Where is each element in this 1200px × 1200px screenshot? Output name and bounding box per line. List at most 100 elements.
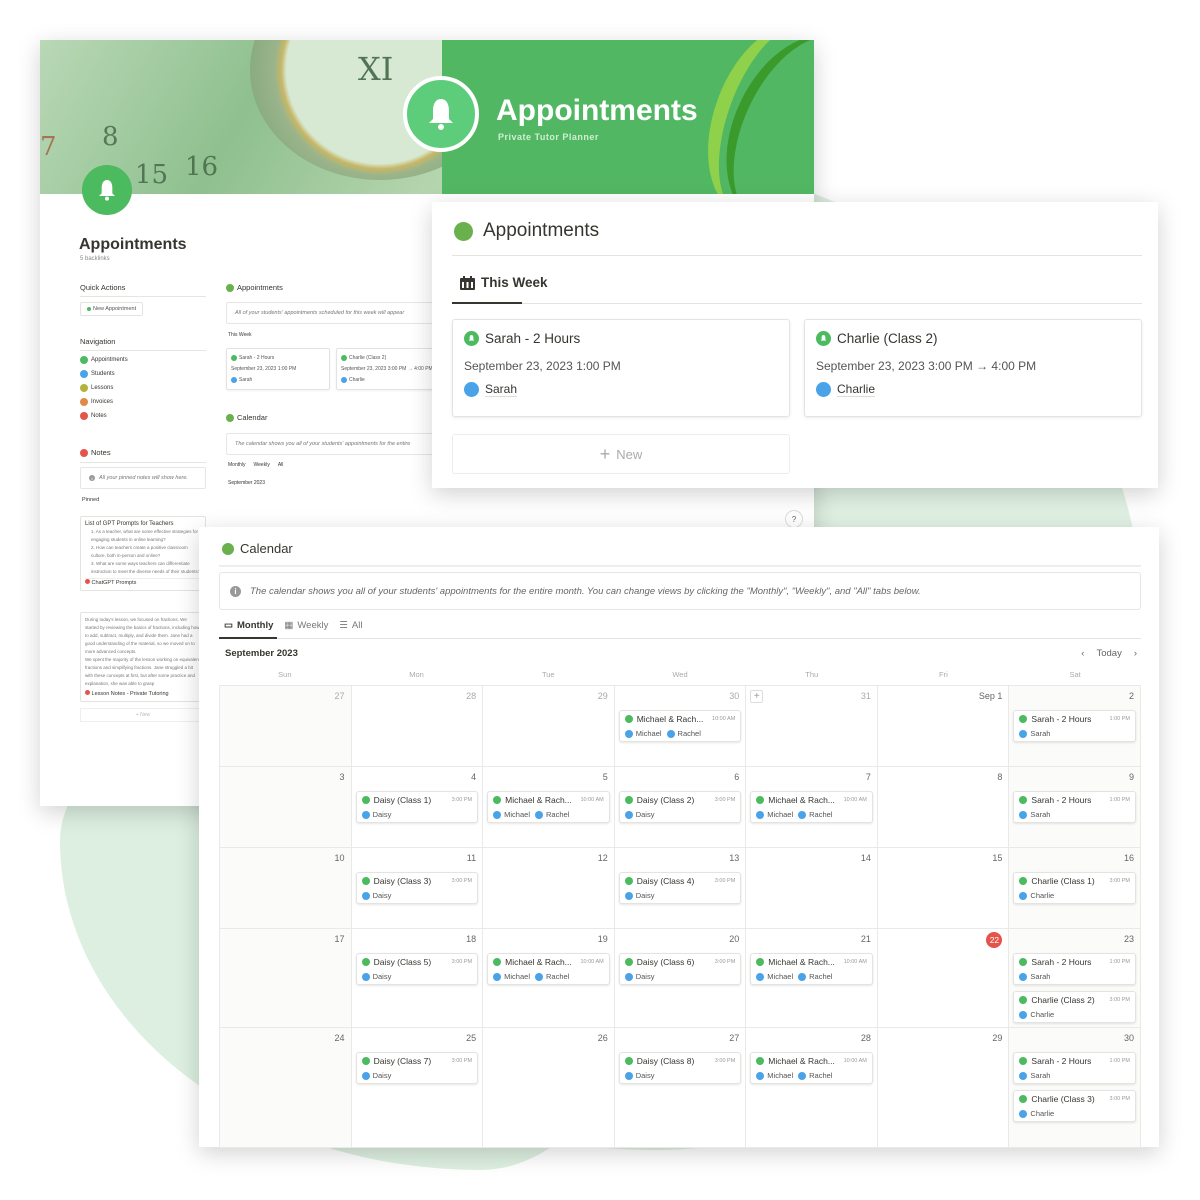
add-event-button[interactable]: + (750, 690, 764, 703)
tab-weekly[interactable]: ▦ Weekly (284, 620, 328, 631)
calendar-day-cell[interactable]: 10 (220, 848, 352, 929)
calendar-event[interactable]: Michael & Rach... 10:00 AM Michael Rachel (750, 953, 873, 985)
calendar-day-cell[interactable]: 16 Charlie (Class 1) 3:00 PM Charlie (1009, 848, 1141, 929)
student-link[interactable]: Daisy (361, 810, 391, 819)
student-link[interactable]: Daisy (361, 1071, 391, 1080)
calendar-event[interactable]: Daisy (Class 4) 3:00 PM Daisy (618, 872, 742, 904)
calendar-day-cell[interactable]: 11 Daisy (Class 3) 3:00 PM Daisy (351, 848, 484, 929)
this-week-tab-small[interactable]: This Week (228, 332, 252, 338)
student-link[interactable]: Sarah (1019, 810, 1050, 819)
calendar-event[interactable]: Michael & Rach... 10:00 AM Michael Rachel (750, 791, 873, 823)
calendar-event[interactable]: Daisy (Class 6) 3:00 PM Daisy (618, 953, 742, 985)
calendar-day-cell[interactable]: Sep 1 (877, 686, 1010, 767)
calendar-day-cell[interactable]: 25 Daisy (Class 7) 3:00 PM Daisy (351, 1028, 484, 1148)
student-link[interactable]: Charlie (1019, 891, 1054, 900)
calendar-event[interactable]: Sarah - 2 Hours 1:00 PM Sarah (1013, 710, 1136, 742)
calendar-day-cell[interactable]: 29 (877, 1028, 1010, 1148)
calendar-day-cell[interactable]: 31 + (746, 686, 878, 767)
student-link[interactable]: Sarah (485, 382, 518, 397)
calendar-day-cell[interactable]: 27 (220, 686, 352, 767)
pinned-filter[interactable]: Pinned (82, 497, 99, 503)
student-link[interactable]: Rachel (666, 729, 701, 738)
calendar-day-cell[interactable]: 5 Michael & Rach... 10:00 AM Michael Rachel (483, 767, 615, 848)
calendar-event[interactable]: Charlie (Class 3) 3:00 PM Charlie (1013, 1090, 1136, 1122)
student-link[interactable]: Sarah (1019, 972, 1050, 981)
student-link[interactable]: Rachel (798, 1071, 832, 1080)
tab-all[interactable]: ☰ All (339, 620, 362, 631)
student-link[interactable]: Michael (756, 972, 793, 981)
student-link[interactable]: Sarah (1019, 1071, 1050, 1080)
calendar-tabs-small[interactable]: Monthly Weekly All (228, 462, 283, 468)
calendar-day-cell[interactable]: 3 (220, 767, 352, 848)
student-link[interactable]: Rachel (534, 972, 569, 981)
calendar-day-cell[interactable]: 27 Daisy (Class 8) 3:00 PM Daisy (614, 1028, 747, 1148)
calendar-event[interactable]: Michael & Rach... 10:00 AM Michael Rachel (618, 710, 742, 742)
sidebar-item-appointments[interactable]: Appointments (80, 356, 128, 364)
calendar-day-cell[interactable]: 4 Daisy (Class 1) 3:00 PM Daisy (351, 767, 484, 848)
student-link[interactable]: Daisy (361, 972, 391, 981)
calendar-day-cell[interactable]: 8 (877, 767, 1010, 848)
student-link[interactable]: Charlie (837, 382, 876, 397)
calendar-event[interactable]: Daisy (Class 2) 3:00 PM Daisy (618, 791, 742, 823)
calendar-event[interactable]: Sarah - 2 Hours 1:00 PM Sarah (1013, 1052, 1136, 1084)
calendar-day-cell[interactable]: 17 (220, 929, 352, 1028)
week-card-small[interactable]: Charlie (Class 2) September 23, 2023 3:00… (336, 348, 440, 390)
calendar-day-cell[interactable]: 14 (746, 848, 878, 929)
student-link[interactable]: Daisy (624, 891, 654, 900)
sidebar-item-students[interactable]: Students (80, 370, 115, 378)
student-link[interactable]: Sarah (1019, 729, 1050, 738)
new-appointment-button[interactable]: New Appointment (80, 302, 144, 316)
prev-month-button[interactable]: ‹ (1081, 648, 1084, 659)
calendar-event[interactable]: Sarah - 2 Hours 1:00 PM Sarah (1013, 953, 1136, 985)
calendar-day-cell[interactable]: 18 Daisy (Class 5) 3:00 PM Daisy (351, 929, 484, 1028)
appointment-card[interactable]: Sarah - 2 Hours September 23, 2023 1:00 … (452, 319, 790, 417)
student-link[interactable]: Michael (756, 1071, 793, 1080)
sidebar-item-notes[interactable]: Notes (80, 412, 107, 420)
student-link[interactable]: Michael (624, 729, 662, 738)
calendar-day-cell[interactable]: 19 Michael & Rach... 10:00 AM Michael Rachel (483, 929, 615, 1028)
student-link[interactable]: Rachel (798, 810, 832, 819)
student-link[interactable]: Charlie (1019, 1109, 1054, 1118)
student-link[interactable]: Michael (493, 972, 530, 981)
tab-monthly[interactable]: ▭ Monthly (224, 620, 273, 631)
new-appointment-card-button[interactable]: + New (452, 434, 790, 474)
calendar-event[interactable]: Daisy (Class 5) 3:00 PM Daisy (355, 953, 479, 985)
student-link[interactable]: Michael (493, 810, 530, 819)
calendar-day-cell[interactable]: 2 Sarah - 2 Hours 1:00 PM Sarah (1009, 686, 1141, 767)
calendar-day-cell[interactable]: 13 Daisy (Class 4) 3:00 PM Daisy (614, 848, 747, 929)
calendar-event[interactable]: Michael & Rach... 10:00 AM Michael Rachel (750, 1052, 873, 1084)
student-link[interactable]: Charlie (1019, 1010, 1054, 1019)
calendar-day-cell[interactable]: 24 (220, 1028, 352, 1148)
help-button[interactable]: ? (785, 510, 803, 528)
calendar-day-cell[interactable]: 15 (877, 848, 1010, 929)
new-note-button[interactable]: + New (80, 708, 206, 722)
appointment-card[interactable]: Charlie (Class 2) September 23, 2023 3:0… (804, 319, 1142, 417)
calendar-event[interactable]: Charlie (Class 1) 3:00 PM Charlie (1013, 872, 1136, 904)
backlinks-link[interactable]: 5 backlinks (80, 256, 110, 262)
calendar-event[interactable]: Daisy (Class 3) 3:00 PM Daisy (355, 872, 479, 904)
calendar-day-cell[interactable]: 30 Sarah - 2 Hours 1:00 PM Sarah Charlie (Cl… (1009, 1028, 1141, 1148)
tab-this-week[interactable]: This Week (460, 275, 548, 290)
calendar-day-cell[interactable]: 20 Daisy (Class 6) 3:00 PM Daisy (614, 929, 747, 1028)
calendar-day-cell[interactable]: 28 (351, 686, 484, 767)
calendar-day-cell[interactable]: 6 Daisy (Class 2) 3:00 PM Daisy (614, 767, 747, 848)
calendar-day-cell[interactable]: 7 Michael & Rach... 10:00 AM Michael Rachel (746, 767, 878, 848)
calendar-event[interactable]: Michael & Rach... 10:00 AM Michael Rachel (487, 953, 610, 985)
calendar-day-cell[interactable]: 22 (877, 929, 1010, 1028)
next-month-button[interactable]: › (1134, 648, 1137, 659)
calendar-event[interactable]: Sarah - 2 Hours 1:00 PM Sarah (1013, 791, 1136, 823)
calendar-day-cell[interactable]: 30 Michael & Rach... 10:00 AM Michael Rachel (614, 686, 747, 767)
calendar-day-cell[interactable]: 29 (483, 686, 615, 767)
calendar-day-cell[interactable]: 26 (483, 1028, 615, 1148)
student-link[interactable]: Rachel (798, 972, 832, 981)
note-card[interactable]: During today's lesson, we focused on fra… (80, 612, 206, 702)
student-link[interactable]: Daisy (624, 810, 654, 819)
student-link[interactable]: Daisy (361, 891, 391, 900)
student-link[interactable]: Michael (756, 810, 793, 819)
calendar-event[interactable]: Daisy (Class 7) 3:00 PM Daisy (355, 1052, 479, 1084)
today-button[interactable]: Today (1096, 648, 1121, 659)
week-card-small[interactable]: Sarah - 2 Hours September 23, 2023 1:00 P… (226, 348, 330, 390)
calendar-day-cell[interactable]: 21 Michael & Rach... 10:00 AM Michael Rachel (746, 929, 878, 1028)
calendar-day-cell[interactable]: 23 Sarah - 2 Hours 1:00 PM Sarah Charlie (Cl… (1009, 929, 1141, 1028)
note-card[interactable]: List of GPT Prompts for Teachers 1. As a… (80, 516, 206, 591)
